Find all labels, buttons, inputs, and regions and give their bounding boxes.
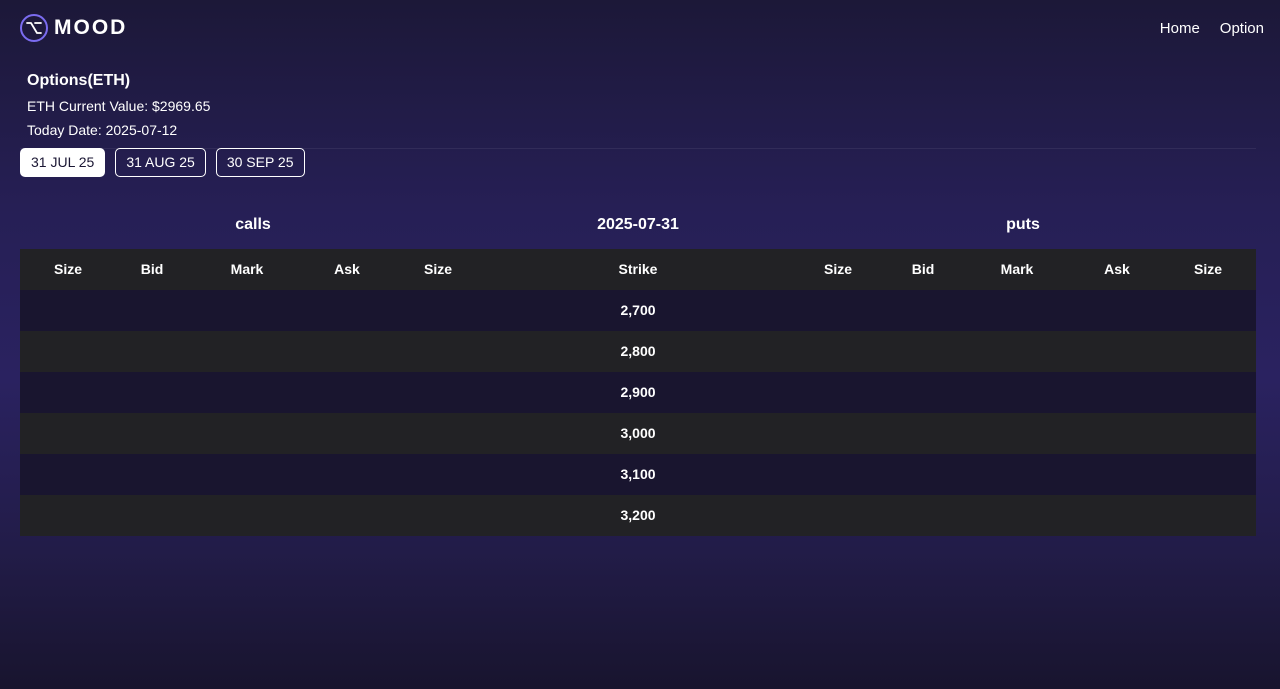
table-row[interactable]: 3,200 [20, 495, 1256, 536]
strike-cell: 2,900 [620, 384, 656, 400]
calls-title: calls [235, 216, 271, 233]
expiry-button-sep[interactable]: 30 SEP 25 [215, 148, 305, 177]
expiry-button-aug[interactable]: 31 AUG 25 [115, 148, 206, 177]
puts-title: puts [1006, 216, 1040, 233]
column-header: Size [423, 261, 453, 277]
column-header: Ask [334, 261, 360, 277]
table-header-row: Size Bid Mark Ask Size Strike Size Bid M… [20, 249, 1256, 290]
top-header: MOOD Home Option [20, 14, 1264, 46]
table-row[interactable]: 2,800 [20, 331, 1256, 372]
table-titles: calls 2025-07-31 puts [20, 216, 1256, 238]
nav-home-link[interactable]: Home [1160, 20, 1200, 37]
table-row[interactable]: 3,000 [20, 413, 1256, 454]
page-title: Options(ETH) [27, 72, 131, 89]
column-header: Size [53, 261, 83, 277]
expiry-button-jul[interactable]: 31 JUL 25 [20, 148, 106, 177]
column-header: Mark [1000, 261, 1034, 277]
top-nav: Home Option [1160, 20, 1264, 37]
logo[interactable]: MOOD [20, 14, 127, 42]
expiry-selector: 31 JUL 25 31 AUG 25 30 SEP 25 [20, 148, 305, 177]
column-header: Bid [140, 261, 164, 277]
strike-cell: 2,700 [620, 302, 656, 318]
options-chain-table: Size Bid Mark Ask Size Strike Size Bid M… [20, 249, 1256, 536]
logo-icon [20, 14, 48, 42]
expiry-date-title: 2025-07-31 [597, 216, 679, 233]
strike-cell: 3,100 [620, 466, 656, 482]
asset-info: Options(ETH) ETH Current Value: $2969.65… [27, 72, 210, 140]
strike-cell: 3,200 [620, 507, 656, 523]
column-header: Ask [1104, 261, 1130, 277]
column-header: Mark [230, 261, 264, 277]
column-header: Size [823, 261, 853, 277]
column-header: Size [1193, 261, 1223, 277]
column-header: Bid [911, 261, 935, 277]
table-row[interactable]: 2,900 [20, 372, 1256, 413]
logo-text: MOOD [54, 16, 128, 39]
table-row[interactable]: 2,700 [20, 290, 1256, 331]
strike-cell: 3,000 [620, 425, 656, 441]
table-row[interactable]: 3,100 [20, 454, 1256, 495]
column-header: Strike [618, 261, 658, 277]
nav-option-link[interactable]: Option [1220, 20, 1264, 37]
current-value: ETH Current Value: $2969.65 [27, 98, 211, 114]
strike-cell: 2,800 [620, 343, 656, 359]
today-date: Today Date: 2025-07-12 [27, 122, 178, 138]
